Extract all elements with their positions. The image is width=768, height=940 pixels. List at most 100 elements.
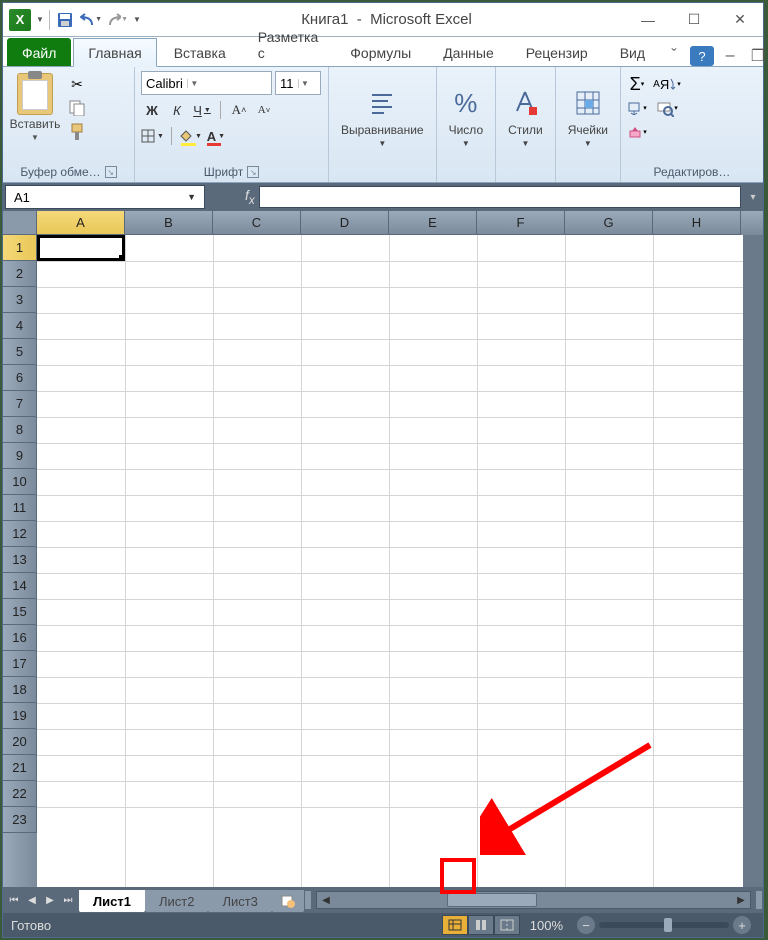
sort-filter-icon[interactable]: АЯ▾ [651,75,683,93]
help-icon[interactable]: ? [690,46,714,66]
hscroll-thumb[interactable] [447,893,537,907]
tab-insert[interactable]: Вставка [159,38,241,66]
row-header[interactable]: 18 [3,677,37,703]
qat-customize-icon[interactable]: ▼ [132,10,142,30]
sheet-tab-1[interactable]: Лист1 [79,890,145,912]
font-size-combo[interactable]: 11▼ [275,71,321,95]
minimize-button[interactable]: — [625,4,671,36]
decrease-font-icon[interactable]: A˅ [253,99,275,121]
number-button[interactable]: % Число ▼ [443,71,490,162]
row-header[interactable]: 13 [3,547,37,573]
row-header[interactable]: 9 [3,443,37,469]
increase-font-icon[interactable]: A˄ [228,99,250,121]
cells-button[interactable]: Ячейки ▼ [562,71,614,162]
maximize-button[interactable]: ☐ [671,4,717,36]
sheet-tab-3[interactable]: Лист3 [208,890,271,912]
row-header[interactable]: 6 [3,365,37,391]
first-sheet-icon[interactable]: ⏮ [5,890,23,910]
horizontal-scrollbar[interactable]: ◀ ▶ [316,891,751,909]
select-all-button[interactable] [3,211,37,235]
column-header-c[interactable]: C [213,211,301,235]
fill-handle[interactable] [119,255,125,261]
clipboard-dialog-launcher-icon[interactable]: ↘ [105,166,117,178]
font-name-combo[interactable]: Calibri▼ [141,71,272,95]
qat-dropdown-icon[interactable]: ▼ [35,10,45,30]
row-header[interactable]: 11 [3,495,37,521]
row-header[interactable]: 19 [3,703,37,729]
row-header[interactable]: 7 [3,391,37,417]
cut-icon[interactable]: ✂ [67,75,87,93]
tab-review[interactable]: Рецензир [511,38,603,66]
tab-home[interactable]: Главная [73,38,156,67]
row-header[interactable]: 14 [3,573,37,599]
row-header[interactable]: 23 [3,807,37,833]
font-color-icon[interactable]: A▼ [205,125,227,147]
row-header[interactable]: 17 [3,651,37,677]
excel-app-icon[interactable] [9,9,31,31]
tab-page-layout[interactable]: Разметка с [243,22,334,66]
zoom-slider[interactable] [599,922,729,928]
minimize-ribbon-icon[interactable]: ˇ [662,46,686,66]
sheet-tab-2[interactable]: Лист2 [145,890,208,912]
column-header-b[interactable]: B [125,211,213,235]
undo-icon[interactable]: ▼ [80,9,102,31]
column-header-e[interactable]: E [389,211,477,235]
expand-formula-bar-icon[interactable]: ▾ [743,186,763,208]
alignment-button[interactable]: Выравнивание ▼ [335,71,430,162]
row-header[interactable]: 10 [3,469,37,495]
column-header-g[interactable]: G [565,211,653,235]
clear-icon[interactable]: ▾ [627,123,647,141]
row-header[interactable]: 16 [3,625,37,651]
vertical-scrollbar[interactable] [743,235,763,887]
autosum-icon[interactable]: Σ▾ [627,75,647,93]
row-header[interactable]: 1 [3,235,37,261]
hsplit-handle[interactable] [755,890,763,910]
column-header-f[interactable]: F [477,211,565,235]
zoom-percentage[interactable]: 100% [520,918,573,933]
bold-button[interactable]: Ж [141,99,163,121]
row-header[interactable]: 3 [3,287,37,313]
column-header-d[interactable]: D [301,211,389,235]
row-header[interactable]: 2 [3,261,37,287]
active-cell[interactable] [37,235,125,261]
tab-file[interactable]: Файл [7,38,71,66]
formula-bar-input[interactable] [259,186,741,208]
styles-button[interactable]: Стили ▼ [502,71,549,162]
row-header[interactable]: 8 [3,417,37,443]
paste-button[interactable]: Вставить ▼ [9,71,61,162]
borders-icon[interactable]: ▼ [141,125,164,147]
row-header[interactable]: 4 [3,313,37,339]
save-icon[interactable] [54,9,76,31]
page-layout-view-icon[interactable] [468,915,494,935]
next-sheet-icon[interactable]: ▶ [41,890,59,910]
close-button[interactable]: ✕ [717,4,763,36]
row-header[interactable]: 22 [3,781,37,807]
copy-icon[interactable] [67,99,87,117]
tab-view[interactable]: Вид [605,38,660,66]
name-box[interactable]: A1▼ [5,185,205,209]
italic-button[interactable]: К [166,99,188,121]
fill-color-icon[interactable]: ▼ [179,125,202,147]
last-sheet-icon[interactable]: ⏭ [59,890,77,910]
doc-restore-icon[interactable]: ❐ [746,46,768,66]
underline-button[interactable]: Ч▼ [191,99,213,121]
column-header-h[interactable]: H [653,211,741,235]
find-select-icon[interactable]: ▾ [651,99,683,117]
fx-icon[interactable]: fx [241,187,259,207]
new-sheet-icon[interactable] [272,890,304,912]
normal-view-icon[interactable] [442,915,468,935]
row-header[interactable]: 20 [3,729,37,755]
row-header[interactable]: 15 [3,599,37,625]
format-painter-icon[interactable] [67,123,87,141]
font-dialog-launcher-icon[interactable]: ↘ [247,166,259,178]
redo-icon[interactable]: ▼ [106,9,128,31]
page-break-view-icon[interactable] [494,915,520,935]
fill-icon[interactable]: ▾ [627,99,647,117]
row-header[interactable]: 21 [3,755,37,781]
row-header[interactable]: 5 [3,339,37,365]
zoom-out-icon[interactable]: − [577,916,595,934]
prev-sheet-icon[interactable]: ◀ [23,890,41,910]
tab-data[interactable]: Данные [428,38,509,66]
tab-formulas[interactable]: Формулы [335,38,426,66]
row-header[interactable]: 12 [3,521,37,547]
